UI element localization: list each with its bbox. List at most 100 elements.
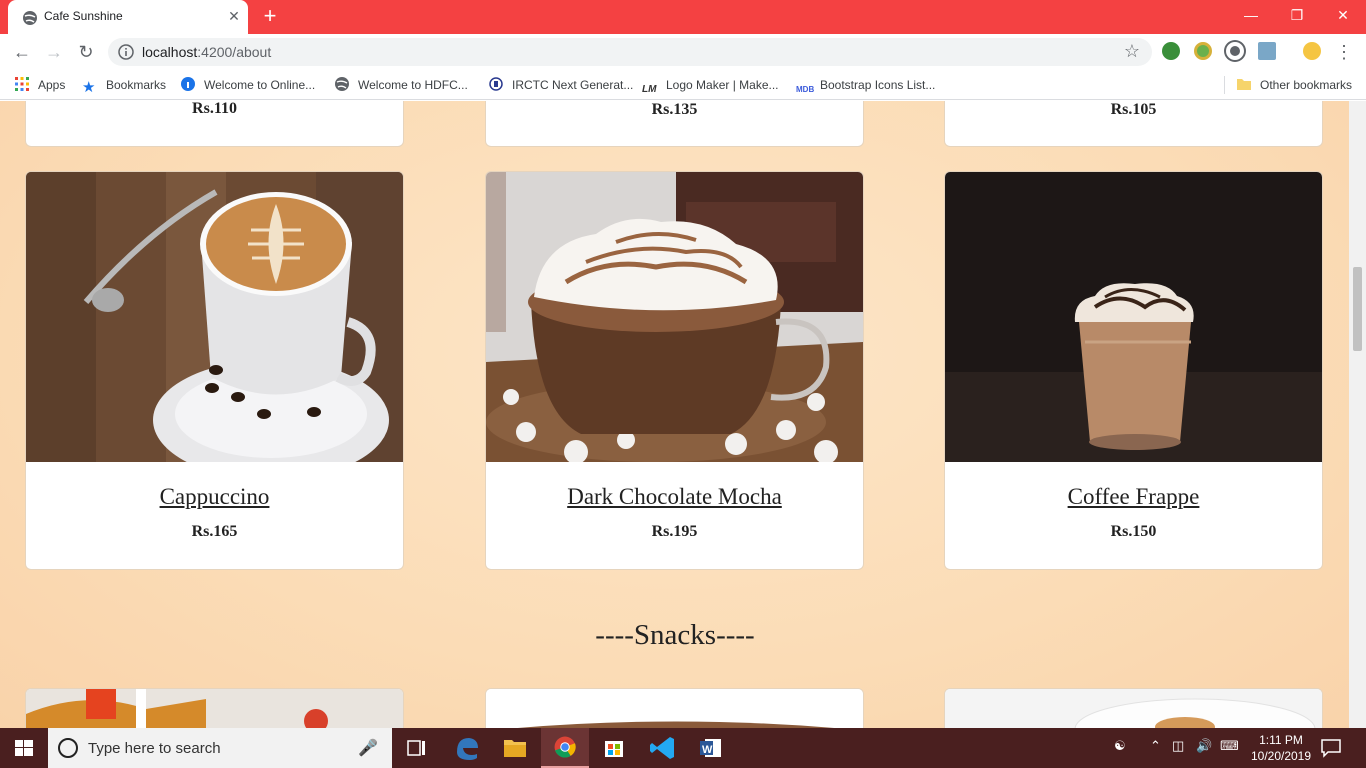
folder-icon [1237,79,1251,90]
url-host: localhost [142,44,198,60]
product-price: Rs.150 [1110,523,1157,540]
product-price: Rs.165 [191,523,238,540]
extension-eye-icon[interactable] [1226,42,1244,60]
snack-photo [486,689,863,728]
snack-photo [26,689,403,728]
lm-icon: LM [642,84,657,95]
url-text[interactable]: localhost:4200/about [142,44,271,60]
bookmark-star-icon[interactable]: ☆ [1124,41,1140,62]
bookmark-label: Bookmarks [106,78,167,92]
bookmark-label: Logo Maker | Make... [666,78,779,92]
product-name-link[interactable]: Coffee Frappe [945,484,1322,510]
search-placeholder: Type here to search [88,740,221,757]
restore-button[interactable]: ❐ [1274,0,1320,30]
reload-icon[interactable]: ↻ [76,42,96,62]
windows-taskbar: Type here to search 🎤 W ☯ ⌃ ◫ 🔊 ⌨ 1:11 P… [0,728,1366,768]
minimize-button[interactable]: — [1228,0,1274,30]
address-bar[interactable]: localhost:4200/about ☆ [108,38,1152,66]
product-card-dark-chocolate-mocha[interactable]: Dark Chocolate Mocha Rs.195 [485,171,864,570]
product-card-cappuccino[interactable]: Cappuccino Rs.165 [25,171,404,570]
close-tab-icon[interactable]: ✕ [226,8,242,24]
bookmark-label: Bootstrap Icons List... [820,78,936,92]
file-explorer-icon[interactable] [491,728,539,768]
bookmark-online[interactable]: Welcome to Online... [180,76,315,94]
coffee-frappe-photo [945,172,1322,462]
back-arrow-icon[interactable]: ← [12,42,32,62]
bookmark-bootstrap-icons[interactable]: MDB Bootstrap Icons List... [796,76,935,94]
product-card[interactable]: Rs.105 [944,101,1323,147]
irctc-icon [489,77,503,91]
chrome-icon[interactable] [541,728,589,768]
bookmarks-divider [1224,76,1225,94]
network-icon[interactable]: ◫ [1172,738,1184,754]
bookmark-irctc[interactable]: IRCTC Next Generat... [488,76,633,94]
bookmark-label: Welcome to Online... [204,78,316,92]
forward-arrow-icon[interactable]: → [44,42,64,62]
bookmark-logo-maker[interactable]: LM Logo Maker | Make... [642,76,779,95]
microphone-icon[interactable]: 🎤 [358,738,378,758]
snack-card[interactable] [485,688,864,728]
svg-text:W: W [702,744,713,756]
dark-chocolate-mocha-photo [486,172,863,462]
info-icon[interactable] [118,44,134,60]
product-price: Rs.135 [651,101,698,118]
bookmark-hdfc[interactable]: Welcome to HDFC... [334,76,468,94]
extension-screenshot-icon[interactable] [1258,42,1276,60]
globe-icon [335,77,349,91]
star-icon: ★ [82,79,96,96]
page-scrollbar[interactable] [1349,101,1366,728]
apps-grid-icon [15,77,29,91]
taskbar-search-box[interactable]: Type here to search 🎤 [48,728,392,768]
edge-browser-icon[interactable] [443,728,491,768]
bookmark-label: Apps [38,78,66,92]
extension-globe-icon[interactable] [1162,42,1180,60]
browser-tab[interactable]: Cafe Sunshine ✕ [8,0,248,34]
clock-time: 1:11 PM [1259,733,1303,747]
globe-icon [23,11,37,25]
extension-green-icon[interactable] [1194,42,1212,60]
section-title: ----Snacks---- [595,619,755,651]
bookmark-label: IRCTC Next Generat... [512,78,634,92]
page-viewport: Rs.110 Rs.135 Rs.105 Cappuccino Rs.165 D… [0,101,1366,728]
snack-photo [945,689,1322,728]
clock-date: 10/20/2019 [1250,749,1312,763]
cappuccino-photo [26,172,403,462]
product-name-link[interactable]: Dark Chocolate Mocha [486,484,863,510]
bookmark-other[interactable]: Other bookmarks [1236,76,1352,94]
bookmark-label: Welcome to HDFC... [358,78,468,92]
bookmark-label: Other bookmarks [1260,78,1353,92]
windows-start-icon[interactable] [0,728,48,768]
chevron-up-icon[interactable]: ⌃ [1150,738,1161,754]
keyboard-icon[interactable]: ⌨ [1220,738,1239,754]
new-tab-button[interactable]: + [260,5,280,27]
volume-icon[interactable]: 🔊 [1196,738,1212,754]
bookmark-apps[interactable]: Apps [14,76,65,94]
product-card-coffee-frappe[interactable]: Coffee Frappe Rs.150 [944,171,1323,570]
people-icon[interactable]: ☯ [1114,738,1126,754]
product-price: Rs.110 [192,101,237,117]
product-card[interactable]: Rs.110 [25,101,404,147]
profile-avatar[interactable] [1303,42,1321,60]
product-name-link[interactable]: Cappuccino [26,484,403,510]
product-price: Rs.105 [1110,101,1157,118]
url-path: :4200/about [197,44,272,60]
microsoft-store-icon[interactable] [590,728,638,768]
system-clock[interactable]: 1:11 PM 10/20/2019 [1246,732,1316,764]
scrollbar-thumb[interactable] [1353,267,1362,351]
info-circle-icon [181,77,195,91]
cortana-circle-icon [58,738,78,758]
notification-icon[interactable] [1320,738,1342,758]
browser-titlebar: Cafe Sunshine ✕ + — ❐ ✕ [0,0,1366,34]
close-window-button[interactable]: ✕ [1320,0,1366,30]
word-icon[interactable]: W [687,728,735,768]
product-price: Rs.195 [651,523,698,540]
task-view-icon[interactable] [392,728,440,768]
bookmark-bookmarks[interactable]: ★ Bookmarks [82,76,167,96]
tab-title: Cafe Sunshine [44,9,123,23]
snack-card[interactable] [944,688,1323,728]
vscode-icon[interactable] [639,728,687,768]
product-card[interactable]: Rs.135 [485,101,864,147]
bookmarks-bar: Apps ★ Bookmarks Welcome to Online... Wel… [0,70,1366,100]
snack-card[interactable] [25,688,404,728]
menu-dots-icon[interactable]: ⋮ [1334,42,1354,62]
